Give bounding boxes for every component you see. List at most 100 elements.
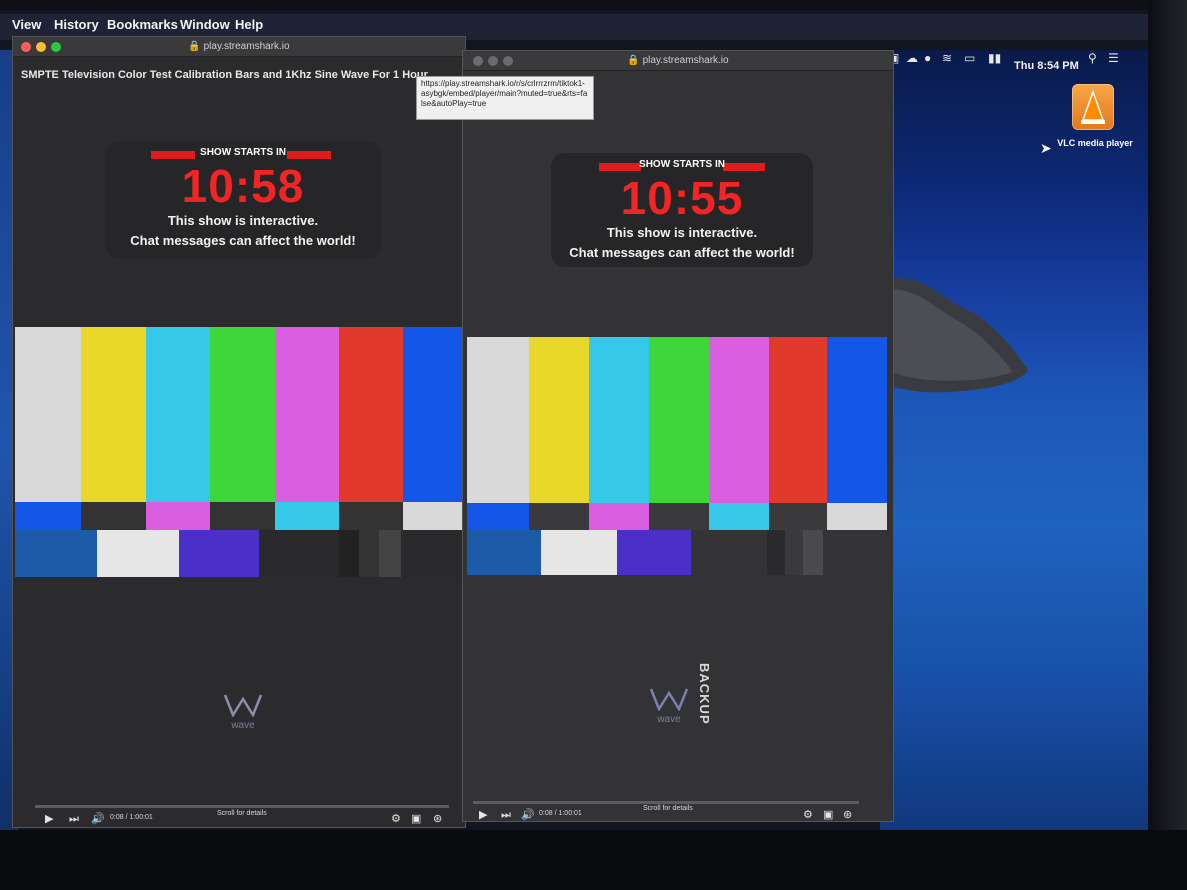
video-title[interactable]: SMPTE Television Color Test Calibration … (21, 69, 428, 81)
wave-w-icon (649, 688, 689, 712)
creative-cloud-icon[interactable]: ☁ (906, 51, 918, 65)
bar-mid-black (210, 502, 275, 530)
monitor-bottom (0, 830, 1187, 890)
countdown-time: 10:55 (620, 172, 744, 224)
menu-window[interactable]: Window (180, 17, 230, 32)
bar-pluge-2 (785, 530, 803, 575)
bar-magenta (275, 327, 339, 502)
bar-cyan (589, 337, 649, 503)
bar-white (467, 337, 529, 503)
player-controls: ▶ ⏭ 🔊 0:08 / 1:00:01 Scroll for details … (13, 805, 465, 827)
next-icon[interactable]: ⏭ (69, 813, 79, 825)
bar-low-white (541, 530, 617, 575)
menu-help[interactable]: Help (235, 17, 263, 32)
progress-bar[interactable] (35, 805, 449, 808)
mouse-cursor-icon: ➤ (1040, 140, 1052, 156)
countdown-panel: SHOW STARTS IN 10:58 This show is intera… (105, 141, 381, 259)
spotlight-icon[interactable]: ⚲ (1088, 51, 1097, 65)
bar-low-white (97, 530, 179, 577)
bar-mid-blue (15, 502, 81, 530)
progress-bar[interactable] (473, 801, 859, 804)
bar-white (15, 327, 81, 502)
airplay-icon[interactable]: ▭ (964, 51, 975, 65)
wave-logo-text: wave (657, 714, 681, 725)
window-titlebar[interactable]: 🔒 play.streamshark.io (463, 51, 893, 71)
control-center-icon[interactable]: ☰ (1108, 51, 1119, 65)
play-icon[interactable]: ▶ (479, 809, 487, 821)
bar-low-purple (179, 530, 259, 577)
url-tooltip: https://play.streamshark.io/r/s/crlrrrzr… (416, 76, 594, 120)
orb-icon[interactable]: ● (924, 51, 931, 65)
vlc-desktop-icon[interactable]: VLC media player (1050, 84, 1140, 154)
bar-mid-black (81, 502, 146, 530)
fullscreen-icon[interactable]: ⊛ (843, 809, 852, 821)
menubar-clock[interactable]: Thu 8:54 PM (1014, 60, 1079, 72)
bar-magenta (709, 337, 769, 503)
bar-low-black-2 (823, 530, 887, 575)
url-text: play.streamshark.io (642, 55, 729, 66)
bar-green (210, 327, 275, 502)
countdown-line-2: Chat messages can affect the world! (130, 233, 356, 248)
countdown-line-2: Chat messages can affect the world! (569, 245, 795, 260)
volume-icon[interactable]: 🔊 (91, 813, 105, 825)
wave-logo: wave (213, 693, 273, 731)
scroll-for-details[interactable]: Scroll for details (643, 805, 693, 812)
browser-window-main[interactable]: 🔒 play.streamshark.io SMPTE Television C… (12, 36, 466, 828)
countdown-label: SHOW STARTS IN (639, 159, 725, 170)
volume-icon[interactable]: 🔊 (521, 809, 535, 821)
vlc-cone-icon (1072, 84, 1114, 130)
bar-green (649, 337, 709, 503)
bar-pluge-1 (767, 530, 785, 575)
wifi-icon[interactable]: ≋ (942, 51, 952, 65)
countdown-line-1: This show is interactive. (606, 225, 758, 240)
scroll-for-details[interactable]: Scroll for details (217, 810, 267, 817)
menu-bookmarks[interactable]: Bookmarks (107, 17, 178, 32)
fullscreen-icon[interactable]: ⊛ (433, 813, 442, 825)
bar-mid-cyan (275, 502, 339, 530)
bar-low-blue (15, 530, 97, 577)
bar-mid-black (339, 502, 403, 530)
bar-pluge-2 (359, 530, 379, 577)
countdown-time: 10:58 (181, 160, 305, 212)
bar-mid-magenta (589, 503, 649, 530)
menu-history[interactable]: History (54, 17, 99, 32)
menu-view[interactable]: View (12, 17, 41, 32)
cast-icon[interactable]: ▣ (411, 813, 421, 825)
bar-mid-black (649, 503, 709, 530)
cast-icon[interactable]: ▣ (823, 809, 833, 821)
bar-mid-black (529, 503, 589, 530)
bar-low-black (691, 530, 767, 575)
wave-w-icon (223, 694, 263, 718)
bar-pluge-1 (339, 530, 359, 577)
bar-pluge-3 (803, 530, 823, 575)
bar-mid-white (403, 502, 465, 530)
countdown-panel: SHOW STARTS IN 10:55 This show is intera… (551, 153, 813, 267)
wave-logo-text: wave (231, 720, 255, 731)
status-tray: ▣ ☁ ● ≋ ▭ ▮▮ ⚲ ☰ (884, 50, 1134, 68)
next-icon[interactable]: ⏭ (501, 809, 511, 821)
window-titlebar[interactable]: 🔒 play.streamshark.io (13, 37, 465, 57)
bar-mid-black (769, 503, 827, 530)
lock-icon: 🔒 (627, 55, 643, 66)
time-display: 0:08 / 1:00:01 (539, 810, 582, 817)
battery-icon[interactable]: ▮▮ (988, 51, 1001, 65)
bar-low-purple (617, 530, 691, 575)
url-text: play.streamshark.io (203, 41, 290, 52)
bar-low-blue (467, 530, 541, 575)
settings-icon[interactable]: ⚙ (803, 809, 813, 821)
monitor-edge (1148, 0, 1187, 890)
browser-window-backup[interactable]: 🔒 play.streamshark.io SHOW STARTS IN 10:… (462, 50, 894, 822)
countdown-line-1: This show is interactive. (167, 213, 319, 228)
bar-low-black (259, 530, 339, 577)
bar-mid-blue (467, 503, 529, 530)
play-icon[interactable]: ▶ (45, 813, 53, 825)
bar-yellow (81, 327, 146, 502)
address-bar[interactable]: 🔒 play.streamshark.io (13, 41, 465, 52)
bar-mid-cyan (709, 503, 769, 530)
bar-red (769, 337, 827, 503)
bar-mid-magenta (146, 502, 210, 530)
settings-icon[interactable]: ⚙ (391, 813, 401, 825)
bar-blue (827, 337, 887, 503)
address-bar[interactable]: 🔒 play.streamshark.io (463, 55, 893, 66)
bar-red (339, 327, 403, 502)
